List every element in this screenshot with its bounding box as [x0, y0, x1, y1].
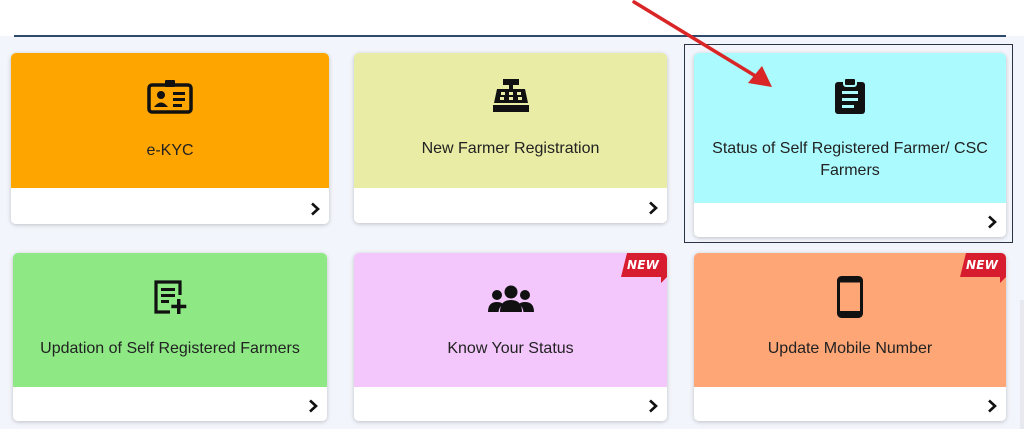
- chevron-right-icon[interactable]: [309, 202, 321, 216]
- clipboard-icon: [835, 77, 865, 114]
- card-know-your-status[interactable]: Know Your Status NEW: [354, 253, 667, 421]
- card-e-kyc[interactable]: e-KYC: [11, 53, 329, 224]
- new-badge-label: NEW: [966, 258, 999, 272]
- id-card-icon: [147, 80, 193, 114]
- chevron-right-icon[interactable]: [647, 201, 659, 215]
- card-footer: [694, 203, 1006, 237]
- scrollbar-track[interactable]: [1020, 300, 1024, 429]
- chevron-right-icon[interactable]: [647, 399, 659, 413]
- card-color-area: Updation of Self Registered Farmers: [13, 253, 327, 387]
- card-update-mobile-number[interactable]: Update Mobile Number NEW: [694, 253, 1006, 421]
- card-title: New Farmer Registration: [421, 140, 600, 157]
- chevron-right-icon[interactable]: [986, 399, 998, 413]
- new-badge: NEW: [621, 253, 667, 283]
- card-footer: [11, 188, 329, 224]
- mobile-phone-icon: [837, 276, 863, 318]
- card-color-area: e-KYC: [11, 53, 329, 188]
- chevron-right-icon[interactable]: [986, 215, 998, 229]
- header-divider: [14, 35, 1006, 37]
- users-icon: [487, 285, 534, 312]
- card-title: Updation of Self Registered Farmers: [40, 340, 300, 357]
- card-title: Update Mobile Number: [767, 340, 933, 357]
- chevron-right-icon[interactable]: [307, 399, 319, 413]
- card-footer: [354, 387, 667, 421]
- card-title: e-KYC: [146, 142, 194, 159]
- edit-list-icon: [154, 280, 187, 314]
- card-footer: [694, 387, 1006, 421]
- card-updation-self-registered[interactable]: Updation of Self Registered Farmers: [13, 253, 327, 421]
- card-footer: [354, 188, 667, 223]
- card-title: Status of Self Registered Farmer/ CSC Fa…: [712, 140, 988, 179]
- annotation-arrow-icon: [632, 0, 772, 87]
- new-badge-label: NEW: [627, 258, 660, 272]
- card-footer: [13, 387, 327, 421]
- new-badge: NEW: [960, 253, 1006, 283]
- card-title: Know Your Status: [447, 340, 574, 357]
- cash-register-icon: [492, 79, 529, 112]
